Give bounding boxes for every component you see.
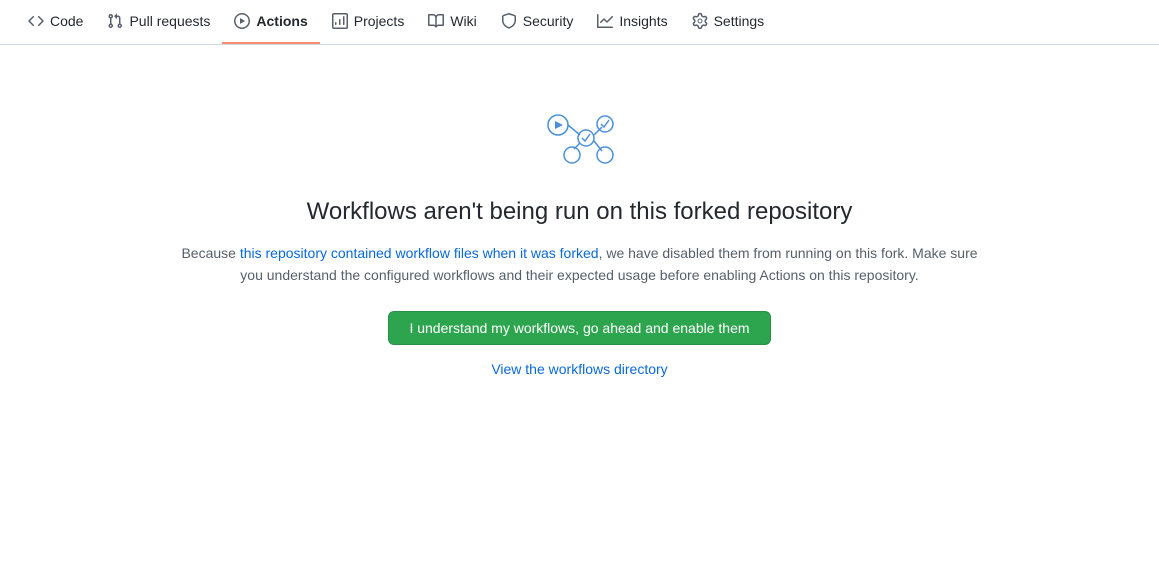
security-icon (501, 13, 517, 29)
main-content: Workflows aren't being run on this forke… (0, 45, 1159, 417)
nav-label-security: Security (523, 13, 574, 29)
projects-icon (332, 13, 348, 29)
main-heading: Workflows aren't being run on this forke… (307, 198, 853, 226)
nav-label-actions: Actions (256, 13, 307, 29)
nav-item-security[interactable]: Security (489, 0, 586, 44)
nav-label-projects: Projects (354, 13, 405, 29)
nav-label-insights: Insights (619, 13, 667, 29)
nav-item-settings[interactable]: Settings (680, 0, 777, 44)
nav-label-settings: Settings (714, 13, 765, 29)
settings-icon (692, 13, 708, 29)
workflow-icon (540, 105, 620, 178)
enable-workflows-button[interactable]: I understand my workflows, go ahead and … (388, 311, 770, 345)
nav-item-wiki[interactable]: Wiki (416, 0, 488, 44)
insights-icon (597, 13, 613, 29)
wiki-icon (428, 13, 444, 29)
nav-item-insights[interactable]: Insights (585, 0, 679, 44)
description-text-1: Because (181, 245, 239, 261)
nav-bar: Code Pull requests Actions Projects (0, 0, 1159, 45)
description-link[interactable]: this repository contained workflow files… (240, 245, 599, 261)
nav-label-pull-requests: Pull requests (129, 13, 210, 29)
code-icon (28, 13, 44, 29)
nav-item-pull-requests[interactable]: Pull requests (95, 0, 222, 44)
nav-label-wiki: Wiki (450, 13, 476, 29)
nav-label-code: Code (50, 13, 83, 29)
nav-item-code[interactable]: Code (16, 0, 95, 44)
pr-icon (107, 13, 123, 29)
actions-icon (234, 13, 250, 29)
view-workflows-link[interactable]: View the workflows directory (491, 361, 667, 377)
main-description: Because this repository contained workfl… (180, 242, 980, 287)
nav-item-actions[interactable]: Actions (222, 0, 319, 44)
nav-item-projects[interactable]: Projects (320, 0, 417, 44)
